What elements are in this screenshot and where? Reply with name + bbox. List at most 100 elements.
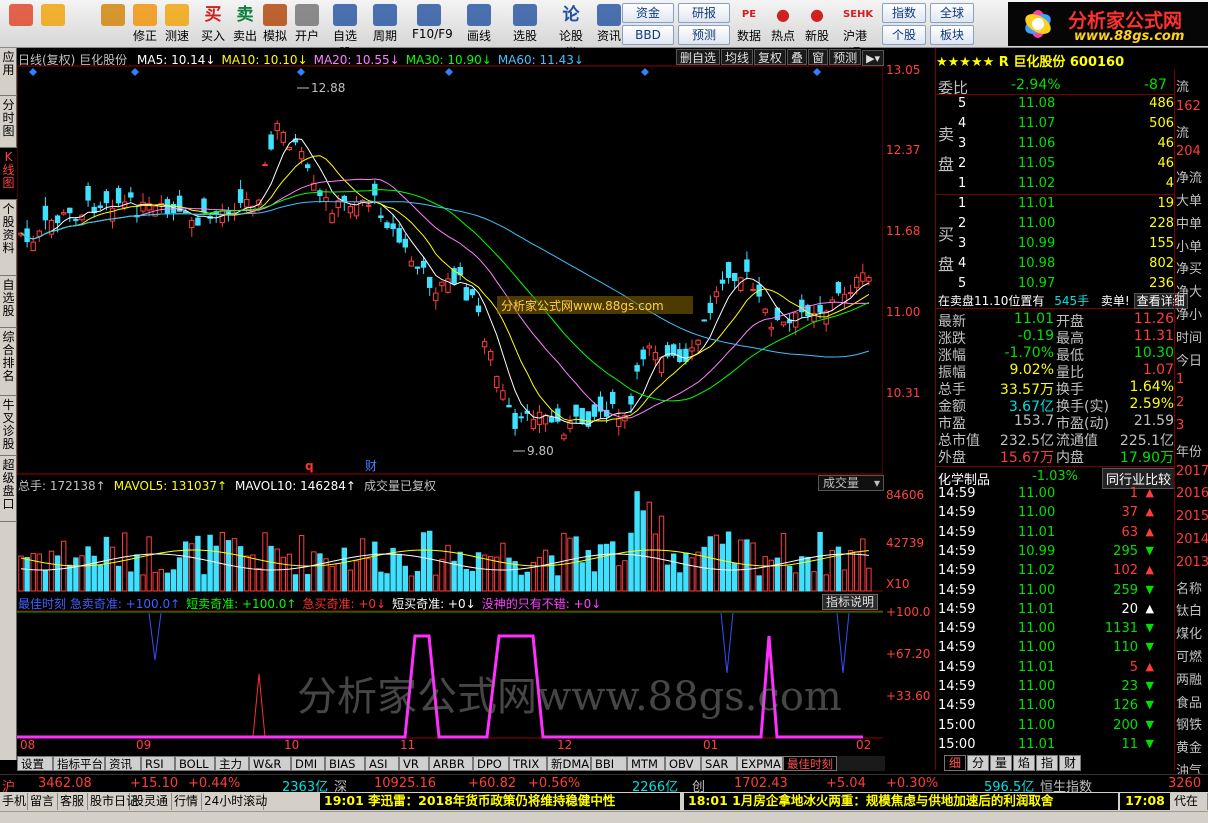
toolbar-button2-2[interactable]: ● 新股 <box>800 2 834 46</box>
news-ticker-2[interactable]: 18:01 1月房企拿地冰火两重：规模焦虑与供地加速后的利润取舍 <box>684 793 1118 810</box>
indicator-tab-13[interactable]: TRIX <box>509 756 547 771</box>
detail-tab-3[interactable]: 焰 <box>1013 755 1035 771</box>
indicator-legend-item: 最佳时刻 急卖奇准: +100.0↑ <box>18 597 181 611</box>
indicator-help-button[interactable]: 指标说明 <box>822 594 878 610</box>
toolbar-button-2[interactable] <box>96 2 130 46</box>
volume-bar <box>579 562 585 592</box>
toolbar-button-14[interactable]: 论论股堂 <box>554 2 588 60</box>
toolbar-button2-3[interactable]: SEHK沪港通 <box>838 2 873 60</box>
indicator-tab-3[interactable]: RSI <box>141 756 175 771</box>
left-tab-6[interactable]: 牛叉诊股 <box>0 396 17 456</box>
chart-header-button-4[interactable]: 窗 <box>808 49 829 65</box>
toolbar-small2-button-2[interactable]: 个股 <box>882 25 926 45</box>
marker-finance[interactable]: 财 <box>365 459 377 473</box>
indicator-tab-7[interactable]: DMI <box>291 756 325 771</box>
toolbar-button-0[interactable] <box>4 2 38 46</box>
toolbar-small2-button-3[interactable]: 板块 <box>930 25 974 45</box>
left-tab-1[interactable]: 分时图 <box>0 96 17 148</box>
candle-body <box>24 228 30 243</box>
detail-tab-2[interactable]: 量 <box>990 755 1012 771</box>
indicator-tab-11[interactable]: ARBR <box>429 756 473 771</box>
status-item-4[interactable]: 股灵通 <box>130 793 172 810</box>
indicator-tab-6[interactable]: W&R <box>249 756 291 771</box>
toolbar-small2-button-1[interactable]: 全球 <box>930 3 974 23</box>
indicator-tab-19[interactable]: EXPMA <box>737 756 783 771</box>
toolbar-small-button-1[interactable]: 研报 <box>678 3 730 23</box>
industry-compare-button[interactable]: 同行业比较 <box>1102 468 1176 489</box>
toolbar-small2-button-0[interactable]: 指数 <box>882 3 926 23</box>
toolbar-button-12[interactable]: 画线 <box>462 2 496 46</box>
toolbar-button-6[interactable]: 卖卖出 <box>228 2 262 46</box>
marker-q[interactable]: q <box>305 459 314 473</box>
chart-header-button-0[interactable]: 删自选 <box>676 49 721 65</box>
status-item-0[interactable]: 手机 <box>0 793 28 810</box>
candle-body <box>427 276 433 288</box>
status-item-3[interactable]: 股市日记 <box>88 793 138 810</box>
detail-tab-4[interactable]: 指 <box>1036 755 1058 771</box>
left-tab-3[interactable]: 个股资料 <box>0 200 17 276</box>
detail-tab-1[interactable]: 分 <box>967 755 989 771</box>
volume-bar <box>652 533 659 592</box>
chart-header-button-2[interactable]: 复权 <box>754 49 787 65</box>
news-ticker-1[interactable]: 19:01 李迅雷：2018年货币政策仍将维持稳健中性 <box>320 793 680 810</box>
toolbar-button2-1[interactable]: ● 热点 <box>766 2 800 46</box>
status-end-item[interactable]: 代在 <box>1172 793 1208 810</box>
toolbar-button-label: 买入 <box>200 29 225 43</box>
indicator-tab-1[interactable]: 指标平台 <box>53 756 105 771</box>
indicator-tab-2[interactable]: 资讯 <box>105 756 141 771</box>
left-tab-0[interactable]: 应用 <box>0 48 17 96</box>
chart-header-button-3[interactable]: 叠 <box>787 49 808 65</box>
status-item-1[interactable]: 留言 <box>28 793 58 810</box>
indicator-tab-20[interactable]: 最佳时刻 <box>783 756 837 771</box>
toolbar-small-button-2[interactable]: BBD <box>622 25 674 45</box>
volume-indicator-selector[interactable]: 成交量 ▾ <box>818 475 884 491</box>
toolbar-button-11[interactable]: F10/F9 <box>412 2 453 46</box>
chart-header-button-5[interactable]: 预测 <box>829 49 862 65</box>
toolbar-small-button-0[interactable]: 资金 <box>622 3 674 23</box>
toolbar-button-13[interactable]: 选股 <box>508 2 542 46</box>
volume-bar <box>207 534 213 592</box>
indicator-tab-17[interactable]: OBV <box>665 756 701 771</box>
chart-header-button-1[interactable]: 均线 <box>721 49 754 65</box>
indicator-tab-9[interactable]: ASI <box>365 756 399 771</box>
toolbar-button-10[interactable]: 周期 <box>368 2 402 46</box>
toolbar-button-3[interactable]: 修正 <box>128 2 162 46</box>
indicator-tab-15[interactable]: BBI <box>591 756 627 771</box>
candle-body <box>762 308 768 314</box>
toolbar-button2-0[interactable]: PE 数据 <box>732 2 766 46</box>
candle-body <box>866 277 872 282</box>
toolbar-button-7[interactable]: 模拟 <box>258 2 292 46</box>
indicator-tab-8[interactable]: BIAS <box>325 756 365 771</box>
indicator-tab-12[interactable]: DPO <box>473 756 509 771</box>
pending-sell-button[interactable]: 卖单! <box>1101 294 1130 308</box>
price-axis-label: 11.68 <box>886 224 921 238</box>
pending-sell-text: 在卖盘11.10位置有 545手 卖单! 查看详细 <box>938 292 1188 309</box>
indicator-tab-10[interactable]: VR <box>399 756 429 771</box>
indicator-tab-0[interactable]: 设置 <box>17 756 53 771</box>
left-tab-4[interactable]: 自选股 <box>0 276 17 328</box>
status-item-2[interactable]: 客服 <box>58 793 88 810</box>
toolbar-button-1[interactable] <box>36 2 70 46</box>
status-item-5[interactable]: 行情 <box>172 793 202 810</box>
indicator-tab-5[interactable]: 主力 <box>215 756 249 771</box>
toolbar-button-8[interactable]: 开户 <box>290 2 324 46</box>
detail-tab-0[interactable]: 细 <box>944 755 966 771</box>
detail-tab-5[interactable]: 财 <box>1059 755 1081 771</box>
indicator-tab-16[interactable]: MTM <box>627 756 665 771</box>
chart-header: 日线(复权) 巨化股份 MA5: 10.14↓ MA10: 10.10↓ MA20:… <box>18 51 678 67</box>
toolbar-button-15[interactable]: 资讯 <box>592 2 626 46</box>
toolbar-button-5[interactable]: 买买入 <box>196 2 230 46</box>
toolbar-button-label: F10/F9 <box>412 27 453 41</box>
left-tab-2[interactable]: K线图 <box>0 148 17 200</box>
play-icon[interactable]: ▶▾ <box>862 50 885 66</box>
candle-body <box>433 292 439 302</box>
status-item-6[interactable]: 24小时滚动 <box>202 793 267 810</box>
indicator-tab-14[interactable]: 新DMA <box>547 756 591 771</box>
toolbar-button-4[interactable]: 测速 <box>160 2 194 46</box>
indicator-tab-4[interactable]: BOLL <box>175 756 215 771</box>
toolbar-button-9[interactable]: 自选股 <box>328 2 362 60</box>
left-tab-7[interactable]: 超级盘口 <box>0 456 17 522</box>
indicator-tab-18[interactable]: SAR <box>701 756 737 771</box>
toolbar-small-button-3[interactable]: 预测 <box>678 25 730 45</box>
left-tab-5[interactable]: 综合排名 <box>0 328 17 396</box>
